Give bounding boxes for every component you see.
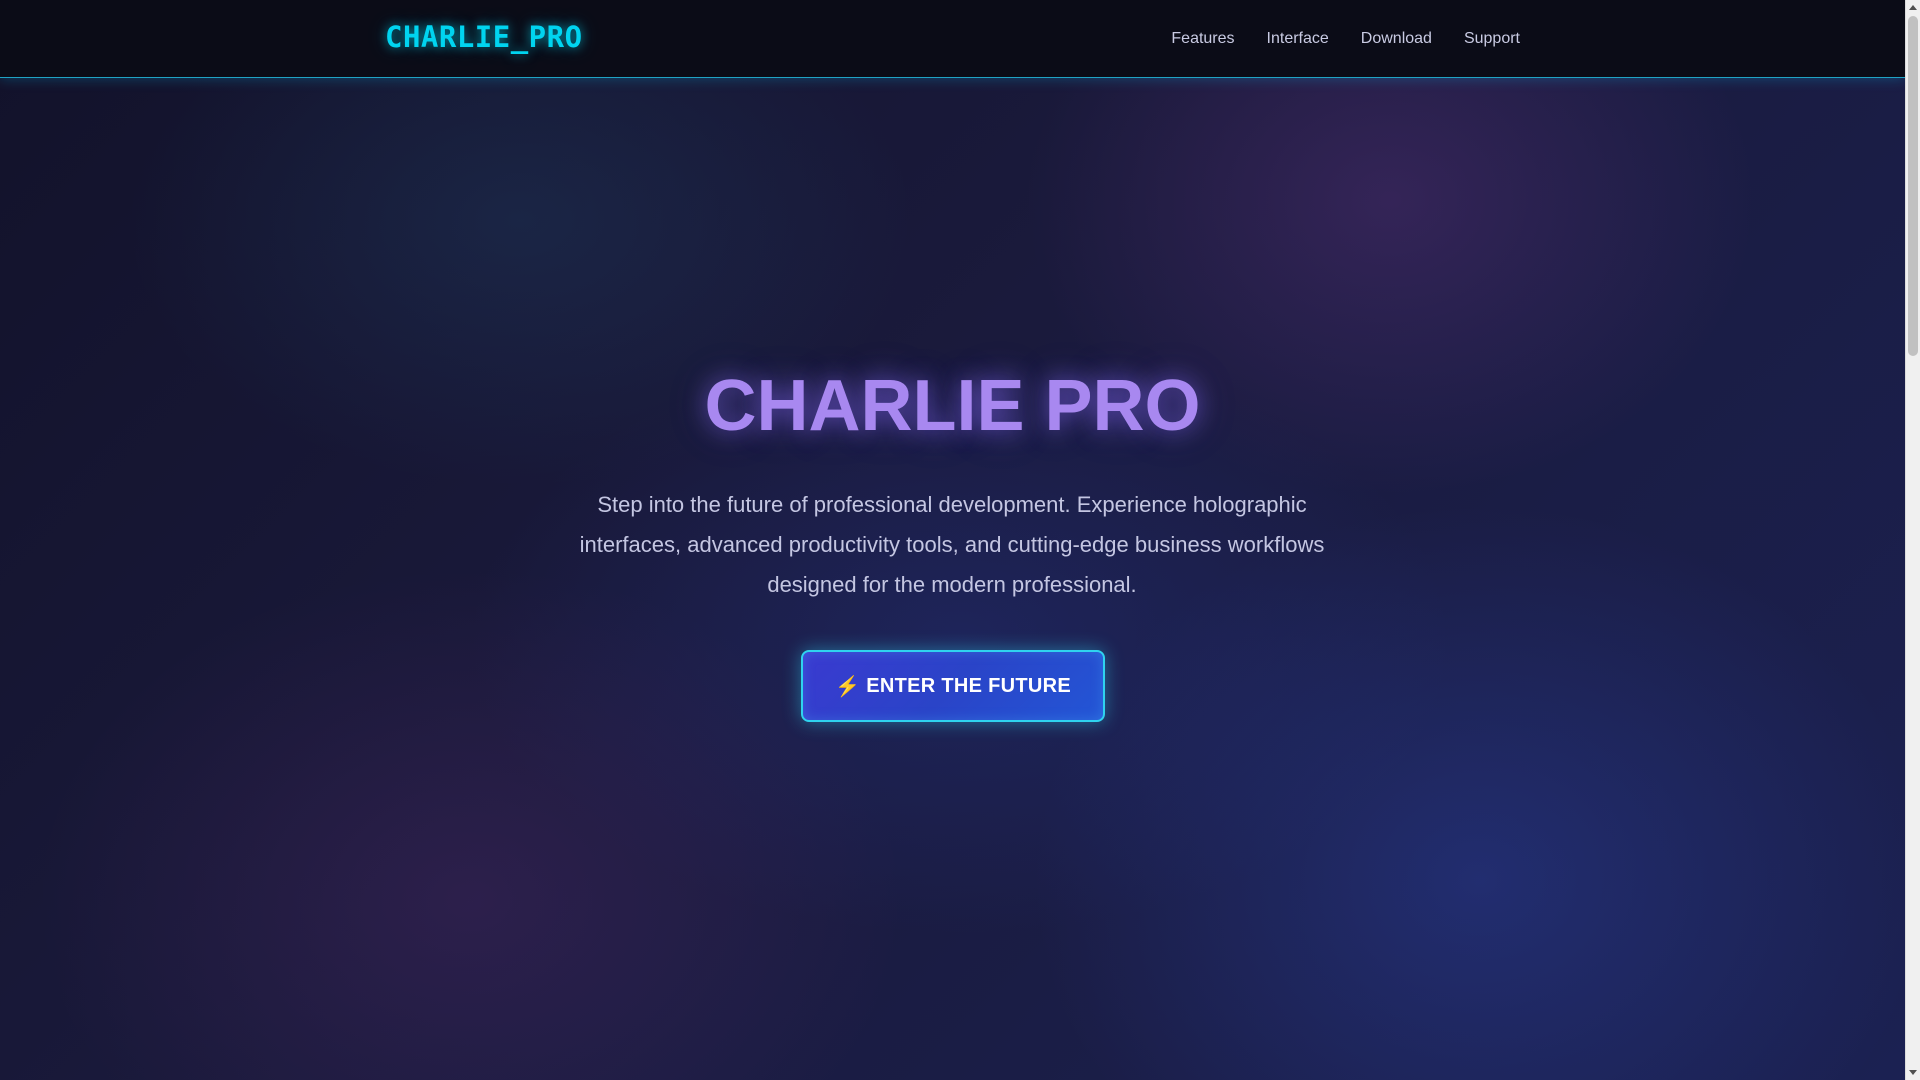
top-navbar: CHARLIE_PRO Features Interface Download … [0,0,1905,78]
landing-page: CHARLIE_PRO Features Interface Download … [0,0,1905,1080]
nav-links: Features Interface Download Support [1171,0,1520,78]
logo[interactable]: CHARLIE_PRO [385,20,583,54]
cta-label: ENTER THE FUTURE [866,674,1071,697]
scroll-thumb[interactable] [1908,16,1918,356]
nav-link-download[interactable]: Download [1361,30,1432,48]
page-scrollbar[interactable] [1905,0,1920,1080]
enter-the-future-button[interactable]: ⚡ ENTER THE FUTURE [801,650,1105,722]
lightning-bolt-icon: ⚡ [834,675,861,698]
nav-link-support[interactable]: Support [1464,30,1520,48]
nav-link-interface[interactable]: Interface [1267,30,1329,48]
nav-link-features[interactable]: Features [1171,30,1234,48]
hero-description: Step into the future of professional dev… [579,492,1325,597]
hero-title: CHARLIE PRO [704,366,1201,446]
hero-section: CHARLIE PRO Step into the future of prof… [0,78,1905,1080]
scroll-down-arrow-icon[interactable] [1909,1070,1917,1075]
scroll-up-arrow-icon[interactable] [1909,5,1917,10]
